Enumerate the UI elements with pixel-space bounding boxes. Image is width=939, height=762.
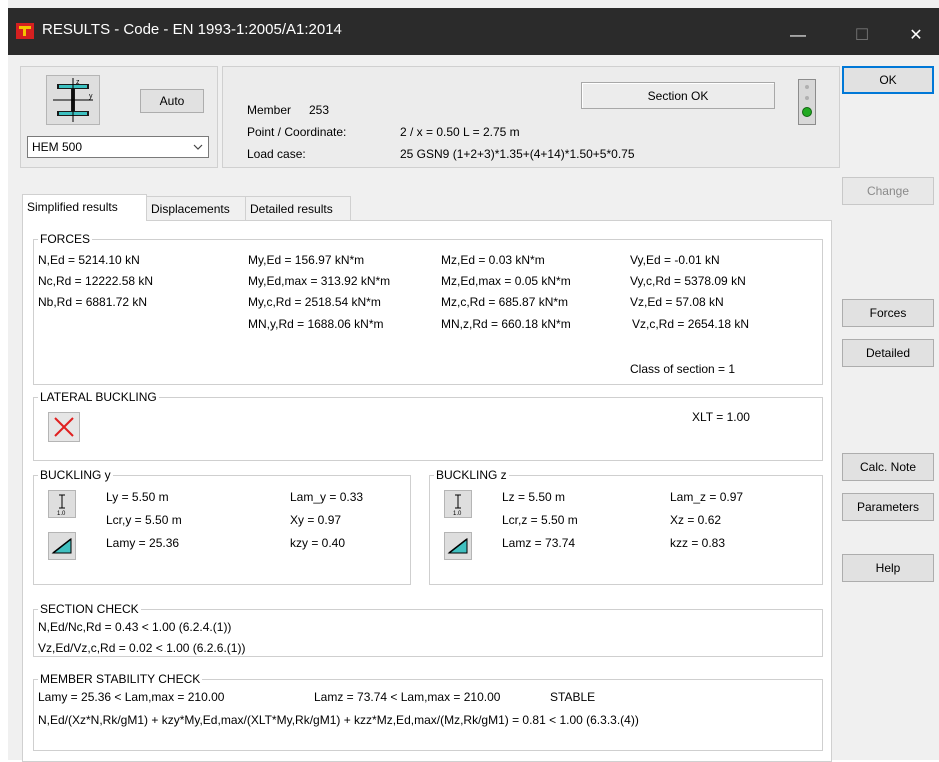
parameters-button[interactable]: Parameters <box>842 493 934 521</box>
section-profile-button[interactable]: z y <box>46 75 100 125</box>
shear-value: Vz,Ed = 57.08 kN <box>630 295 724 309</box>
profile-select-value: HEM 500 <box>32 140 83 154</box>
buckling-curve-icon <box>447 537 468 554</box>
buckling-z-value: Lamz = 73.74 <box>502 536 576 550</box>
x-mark-icon <box>54 417 74 437</box>
simplified-results-panel: FORCES N,Ed = 5214.10 kN Nc,Rd = 12222.5… <box>22 220 832 762</box>
section-check-line: N,Ed/Nc,Rd = 0.43 < 1.00 (6.2.4.(1)) <box>38 620 232 634</box>
stability-check-group: MEMBER STABILITY CHECK Lamy = 25.36 < La… <box>33 672 823 751</box>
buckling-y-group: BUCKLING y 1.0 Ly = 5.50 m Lcr,y = 5.50 … <box>33 468 411 585</box>
section-panel: z y Auto HEM 500 <box>20 66 218 168</box>
forces-title: FORCES <box>38 232 93 246</box>
i-beam-section-icon: z y <box>53 78 93 122</box>
buckling-length-z-button[interactable]: 1.0 <box>444 490 472 518</box>
maximize-button: ☐ <box>854 27 870 44</box>
forces-group: FORCES N,Ed = 5214.10 kN Nc,Rd = 12222.5… <box>33 232 823 385</box>
load-case-label: Load case: <box>247 147 306 161</box>
tab-displacements[interactable]: Displacements <box>146 196 246 220</box>
buckling-z-value: Lz = 5.50 m <box>502 490 566 504</box>
column-length-icon: 1.0 <box>57 494 66 517</box>
forces-button[interactable]: Forces <box>842 299 934 327</box>
point-value: 2 / x = 0.50 L = 2.75 m <box>400 125 520 139</box>
detailed-button[interactable]: Detailed <box>842 339 934 367</box>
chevron-down-icon <box>193 144 203 150</box>
shear-value: Vy,Ed = -0.01 kN <box>630 253 720 267</box>
buckling-y-value: Lamy = 25.36 <box>106 536 180 550</box>
help-button[interactable]: Help <box>842 554 934 582</box>
change-button[interactable]: Change <box>842 177 934 205</box>
member-info-panel: Member 253 Point / Coordinate: 2 / x = 0… <box>222 66 840 168</box>
svg-text:1.0: 1.0 <box>453 511 462 517</box>
member-value: 253 <box>309 103 330 117</box>
moment-z-value: Mz,Ed = 0.03 kN*m <box>441 253 545 267</box>
buckling-z-value: Lam_z = 0.97 <box>670 490 744 504</box>
tab-simplified-results[interactable]: Simplified results <box>22 194 147 221</box>
column-length-icon: 1.0 <box>453 494 462 517</box>
force-value: N,Ed = 5214.10 kN <box>38 253 140 267</box>
close-button[interactable]: ✕ <box>893 16 939 55</box>
svg-text:1.0: 1.0 <box>57 511 66 517</box>
buckling-z-value: kzz = 0.83 <box>670 536 726 550</box>
moment-y-value: MN,y,Rd = 1688.06 kN*m <box>248 317 384 331</box>
buckling-z-value: Lcr,z = 5.50 m <box>502 513 578 527</box>
tab-detailed-results[interactable]: Detailed results <box>245 196 351 220</box>
buckling-z-group: BUCKLING z 1.0 Lz = 5.50 m Lcr,z = 5.50 … <box>429 468 823 585</box>
buckling-z-value: Xz = 0.62 <box>670 513 722 527</box>
svg-text:z: z <box>76 79 80 86</box>
window-title: RESULTS - Code - EN 1993-1:2005/A1:2014 <box>42 21 342 38</box>
member-label: Member <box>247 103 292 117</box>
svg-text:y: y <box>89 93 93 100</box>
title-bar[interactable]: RESULTS - Code - EN 1993-1:2005/A1:2014 … <box>8 8 939 55</box>
xlt-value: XLT = 1.00 <box>692 410 750 424</box>
point-label: Point / Coordinate: <box>247 125 347 139</box>
status-box: Section OK <box>581 82 775 109</box>
section-class: Class of section = 1 <box>630 362 736 376</box>
buckling-length-y-button[interactable]: 1.0 <box>48 490 76 518</box>
moment-z-value: MN,z,Rd = 660.18 kN*m <box>441 317 571 331</box>
shear-value: Vz,c,Rd = 2654.18 kN <box>632 317 750 331</box>
app-logo-icon <box>16 23 34 39</box>
lateral-buckling-group: LATERAL BUCKLING XLT = 1.00 <box>33 390 823 461</box>
buckling-y-title: BUCKLING y <box>38 468 113 482</box>
traffic-light-icon <box>798 79 816 125</box>
calc-note-button[interactable]: Calc. Note <box>842 453 934 481</box>
shear-value: Vy,c,Rd = 5378.09 kN <box>630 274 746 288</box>
section-check-line: Vz,Ed/Vz,c,Rd = 0.02 < 1.00 (6.2.6.(1)) <box>38 641 246 655</box>
minimize-button[interactable]: — <box>775 16 821 55</box>
force-value: Nb,Rd = 6881.72 kN <box>38 295 148 309</box>
auto-button[interactable]: Auto <box>140 89 204 113</box>
buckling-y-value: Xy = 0.97 <box>290 513 342 527</box>
profile-select[interactable]: HEM 500 <box>27 136 209 158</box>
buckling-diagram-z-button[interactable] <box>444 532 472 560</box>
stability-formula: N,Ed/(Xz*N,Rk/gM1) + kzy*My,Ed,max/(XLT*… <box>38 713 639 727</box>
stability-status: STABLE <box>550 690 596 704</box>
moment-z-value: Mz,c,Rd = 685.87 kN*m <box>441 295 569 309</box>
stability-check-title: MEMBER STABILITY CHECK <box>38 672 203 686</box>
results-window: RESULTS - Code - EN 1993-1:2005/A1:2014 … <box>8 0 939 762</box>
moment-z-value: Mz,Ed,max = 0.05 kN*m <box>441 274 571 288</box>
moment-y-value: My,Ed,max = 313.92 kN*m <box>248 274 391 288</box>
lateral-buckling-toggle[interactable] <box>48 412 80 442</box>
buckling-y-value: kzy = 0.40 <box>290 536 346 550</box>
buckling-y-value: Lam_y = 0.33 <box>290 490 364 504</box>
buckling-y-value: Lcr,y = 5.50 m <box>106 513 182 527</box>
stability-lamz: Lamz = 73.74 < Lam,max = 210.00 <box>314 690 501 704</box>
buckling-curve-icon <box>51 537 72 554</box>
section-check-group: SECTION CHECK N,Ed/Nc,Rd = 0.43 < 1.00 (… <box>33 602 823 657</box>
buckling-diagram-y-button[interactable] <box>48 532 76 560</box>
buckling-y-value: Ly = 5.50 m <box>106 490 169 504</box>
section-check-title: SECTION CHECK <box>38 602 141 616</box>
stability-lamy: Lamy = 25.36 < Lam,max = 210.00 <box>38 690 225 704</box>
buckling-z-title: BUCKLING z <box>434 468 509 482</box>
moment-y-value: My,c,Rd = 2518.54 kN*m <box>248 295 381 309</box>
status-text: Section OK <box>647 89 709 103</box>
lateral-buckling-title: LATERAL BUCKLING <box>38 390 159 404</box>
ok-button[interactable]: OK <box>842 66 934 94</box>
load-case-value: 25 GSN9 (1+2+3)*1.35+(4+14)*1.50+5*0.75 <box>400 147 635 161</box>
force-value: Nc,Rd = 12222.58 kN <box>38 274 154 288</box>
moment-y-value: My,Ed = 156.97 kN*m <box>248 253 365 267</box>
